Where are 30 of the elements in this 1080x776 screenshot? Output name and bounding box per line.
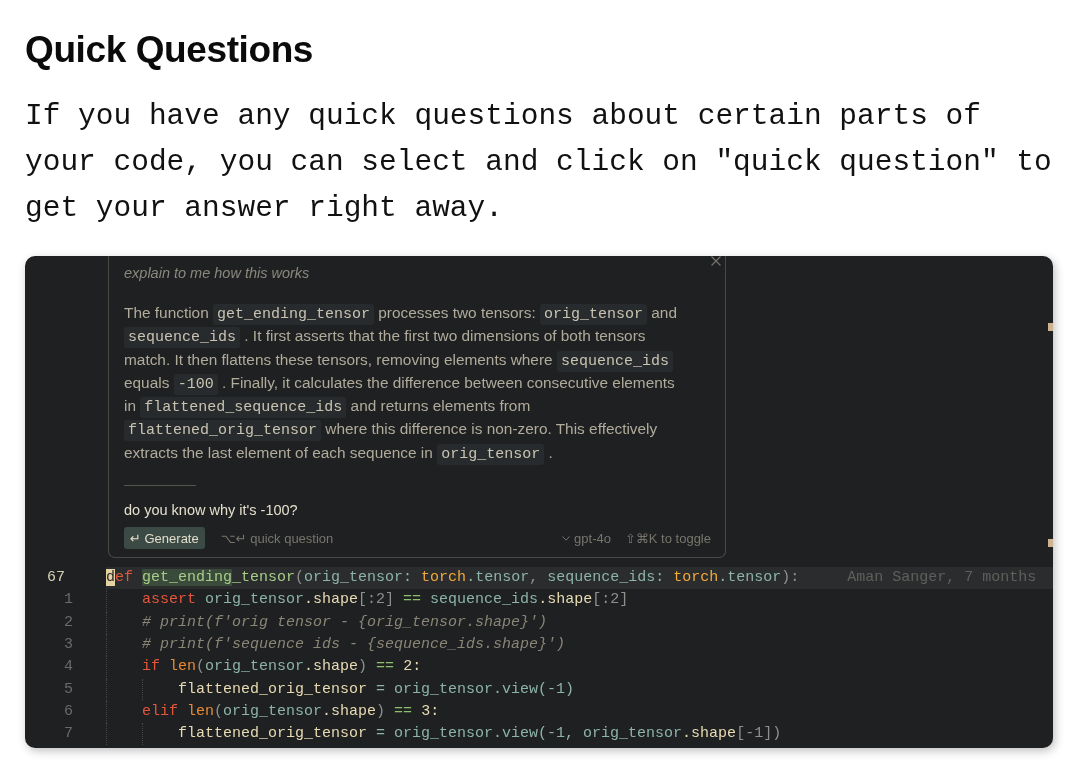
line-number: 5	[63, 679, 73, 700]
code-line: elif len(orig_tensor.shape) == 3:	[142, 701, 440, 722]
code-line: # print(f'sequence ids - {sequence_ids.shape}')	[142, 634, 566, 655]
code-line: def get_ending_tensor(orig_tensor: torch.tensor, sequence_ids: torch.tensor):	[106, 568, 800, 589]
chevron-down-icon	[562, 535, 571, 541]
line-number: 6	[63, 701, 73, 722]
line-number: 3	[63, 634, 73, 655]
quick-question-button[interactable]: ⌥↵ quick question	[220, 530, 334, 546]
model-dropdown[interactable]: gpt-4o	[562, 530, 611, 546]
follow-up-question: do you know why it's -100?	[124, 501, 298, 521]
code-line: flattened_orig_tensor = orig_tensor.view(-1)	[178, 679, 575, 700]
code-line: if len(orig_tensor.shape) == 2:	[142, 657, 422, 678]
intro-paragraph: If you have any quick questions about certain parts of your code, you can select and click on "quick question" to get your answer right away.	[25, 98, 1053, 227]
code-line: # print(f'orig tensor - {orig_tensor.shape}')	[142, 612, 548, 633]
section-heading: Quick Questions	[25, 30, 313, 70]
generate-button[interactable]: ↵ Generate	[124, 527, 205, 550]
ruler-mark-icon	[1048, 323, 1053, 331]
answer-text: The function get_ending_tensor processes two tensors: orig_tensor and sequence_ids . It first asserts that the first two dimensions of both tensors match. It then flattens these tensors, removing elements where sequence_ids equals -100 . Finally, it calculates the difference between consecutive elements in flattened_sequence_ids and returns elements from flattened_orig_tensor where this difference is non-zero. This effectively extracts the last element of each sequence in orig_tensor .	[124, 303, 678, 465]
close-icon	[711, 256, 721, 266]
toggle-hint: ⇧⌘K to toggle	[624, 530, 711, 546]
line-number: 7	[63, 724, 73, 745]
close-button[interactable]	[711, 256, 721, 266]
ruler-mark-icon	[1048, 539, 1053, 547]
line-number: 4	[63, 657, 73, 678]
line-number: 1	[63, 590, 73, 611]
code-line: assert orig_tensor.shape[:2] == sequence_ids.shape[:2]	[142, 590, 629, 611]
code-line: flattened_orig_tensor = orig_tensor.view(-1, orig_tensor.shape[-1])	[178, 724, 782, 745]
line-number: 67	[46, 568, 66, 589]
line-number: 2	[63, 612, 73, 633]
prompt-text: explain to me how this works	[124, 264, 310, 283]
